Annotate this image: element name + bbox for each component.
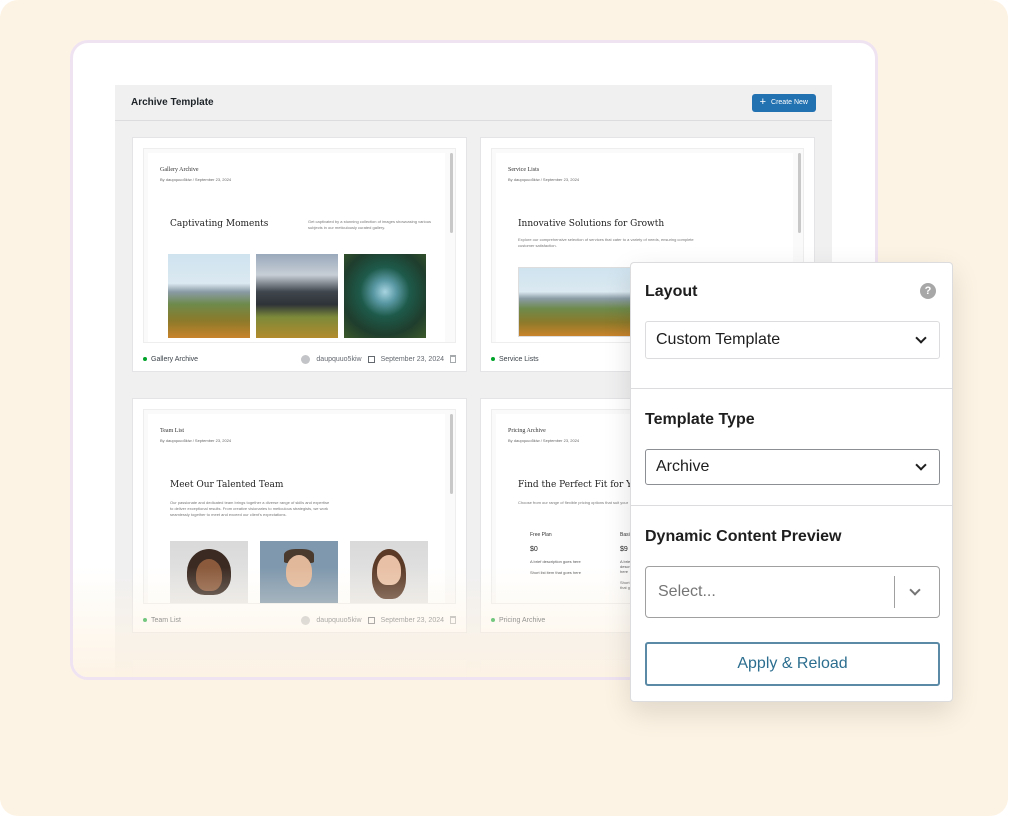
team-photo-1 <box>170 541 248 603</box>
doc-meta: By daupquuo5kiw / September 23, 2024 <box>508 438 580 443</box>
layout-label: Layout <box>645 283 698 300</box>
template-preview: Gallery Archive By daupquuo5kiw / Septem… <box>143 148 456 343</box>
preview-scrollbar[interactable] <box>450 153 453 233</box>
doc-title: Service Lists <box>508 167 540 173</box>
author-avatar-icon <box>301 615 311 625</box>
doc-meta: By daupquuo5kiw / September 23, 2024 <box>160 177 232 182</box>
template-card-team-list[interactable]: Team List By daupquuo5kiw / September 23… <box>132 398 467 633</box>
card-footer: Team List daupquuo5kiw September 23, 202… <box>133 608 466 632</box>
status-dot-icon <box>491 618 495 622</box>
card-name: Team List <box>151 616 181 624</box>
doc-heading: Captivating Moments <box>170 219 269 229</box>
create-new-label: Create New <box>771 99 808 106</box>
template-preview: Team List By daupquuo5kiw / September 23… <box>143 409 456 604</box>
layout-select[interactable]: Custom Template <box>645 321 940 359</box>
template-type-section: Template Type Archive <box>631 389 952 506</box>
help-icon[interactable]: ? <box>920 283 936 299</box>
card-date: September 23, 2024 <box>380 355 444 363</box>
preview-scrollbar[interactable] <box>450 414 453 494</box>
doc-description: Explore our comprehensive selection of s… <box>518 237 694 248</box>
calendar-icon <box>367 616 375 624</box>
doc-description: Get captivated by a stunning collection … <box>308 219 431 230</box>
card-footer: Gallery Archive daupquuo5kiw September 2… <box>133 347 466 371</box>
trash-icon[interactable] <box>450 616 456 624</box>
gallery-image-snow-peak <box>256 254 338 338</box>
status-dot-icon <box>143 357 147 361</box>
service-image-mountains <box>518 267 638 337</box>
chevron-down-icon <box>909 584 921 596</box>
status-dot-icon <box>491 357 495 361</box>
dynamic-content-section: Dynamic Content Preview Select... Apply … <box>631 506 952 702</box>
plus-icon: + <box>759 96 767 108</box>
trash-icon[interactable] <box>450 355 456 363</box>
doc-heading: Meet Our Talented Team <box>170 480 284 490</box>
doc-title: Pricing Archive <box>508 428 546 434</box>
layout-section: Layout ? Custom Template <box>631 263 952 389</box>
create-new-button[interactable]: + Create New <box>751 93 816 112</box>
pricing-plan-free: Free Plan $0 A brief description goes he… <box>530 532 590 575</box>
plan-price: $0 <box>530 546 538 553</box>
app-header: Archive Template + Create New <box>115 85 832 121</box>
card-name: Gallery Archive <box>151 355 199 363</box>
layout-select-value: Custom Template <box>656 331 781 348</box>
status-dot-icon <box>143 618 147 622</box>
plan-name: Free Plan <box>530 532 552 538</box>
card-name: Service Lists <box>499 355 539 363</box>
doc-title: Gallery Archive <box>160 167 199 173</box>
calendar-icon <box>367 355 375 363</box>
template-card-faded <box>132 659 467 677</box>
team-photo-3 <box>350 541 428 603</box>
chevron-down-icon <box>915 332 927 344</box>
card-author: daupquuo5kiw <box>316 616 362 624</box>
gallery-image-mountains <box>168 254 250 338</box>
card-author: daupquuo5kiw <box>316 355 362 363</box>
template-settings-panel: Layout ? Custom Template Template Type A… <box>630 262 953 702</box>
doc-heading: Find the Perfect Fit for Your <box>518 480 647 490</box>
dynamic-content-select[interactable]: Select... <box>645 566 940 618</box>
template-card-gallery[interactable]: Gallery Archive By daupquuo5kiw / Septem… <box>132 137 467 372</box>
page-title: Archive Template <box>131 97 214 108</box>
card-date: September 23, 2024 <box>380 616 444 624</box>
author-avatar-icon <box>301 354 311 364</box>
template-type-label: Template Type <box>645 411 755 428</box>
dynamic-content-placeholder: Select... <box>658 583 716 600</box>
card-name: Pricing Archive <box>499 616 546 624</box>
doc-meta: By daupquuo5kiw / September 23, 2024 <box>508 177 580 182</box>
preview-document: Gallery Archive By daupquuo5kiw / Septem… <box>148 153 445 342</box>
doc-title: Team List <box>160 428 185 434</box>
preview-document: Team List By daupquuo5kiw / September 23… <box>148 414 445 603</box>
team-photo-2 <box>260 541 338 603</box>
gallery-image-forest <box>344 254 426 338</box>
preview-scrollbar[interactable] <box>798 153 801 233</box>
dynamic-content-label: Dynamic Content Preview <box>645 528 842 545</box>
apply-reload-button[interactable]: Apply & Reload <box>645 642 940 686</box>
template-type-select-value: Archive <box>656 458 710 475</box>
doc-meta: By daupquuo5kiw / September 23, 2024 <box>160 438 232 443</box>
plan-description: A brief description goes here <box>530 559 581 564</box>
template-type-select[interactable]: Archive <box>645 449 940 485</box>
chevron-down-icon <box>915 459 927 471</box>
plan-feature: Short list item that goes here <box>530 570 581 575</box>
doc-heading: Innovative Solutions for Growth <box>518 219 665 229</box>
doc-description: Our passionate and dedicated team brings… <box>170 500 330 517</box>
